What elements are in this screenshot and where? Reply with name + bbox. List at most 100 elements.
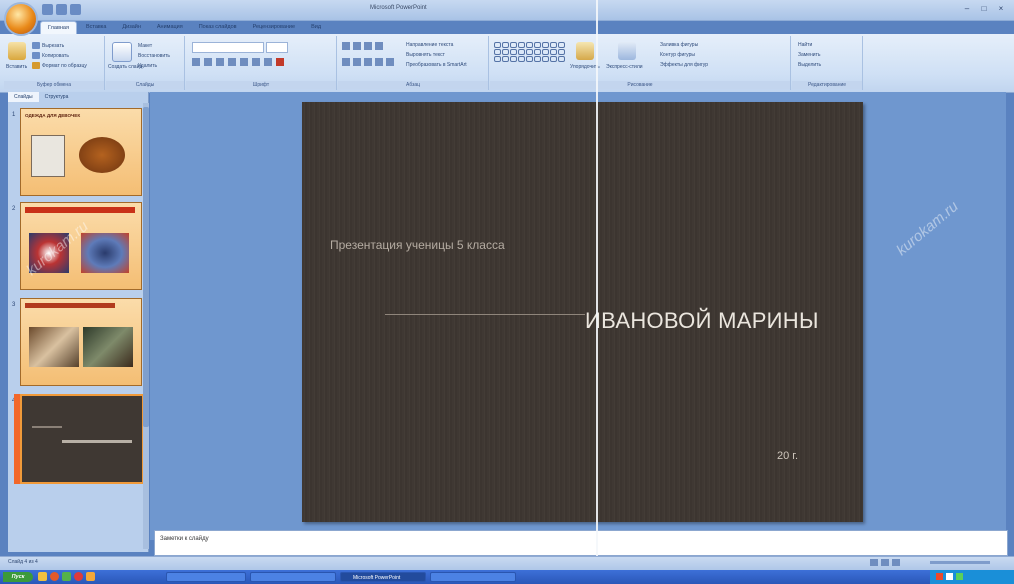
slide-thumbnail-4-selected[interactable]: [20, 394, 144, 484]
tab-home[interactable]: Главная: [40, 21, 77, 34]
select-button[interactable]: Выделить: [798, 62, 821, 68]
find-button[interactable]: Найти: [798, 42, 812, 48]
paragraph-group: Направление текста Выровнять текст Преоб…: [338, 36, 489, 90]
case-icon[interactable]: [264, 58, 272, 66]
smartart-button[interactable]: Преобразовать в SmartArt: [406, 62, 467, 68]
slide-thumbnail-2[interactable]: [20, 202, 142, 290]
delete-slide-button[interactable]: Удалить: [138, 63, 157, 69]
paste-icon[interactable]: [8, 42, 26, 60]
undo-icon[interactable]: [56, 4, 67, 15]
start-button[interactable]: Пуск: [3, 572, 33, 582]
align-center-icon[interactable]: [353, 58, 361, 66]
shape-outline-button[interactable]: Контур фигуры: [660, 52, 695, 58]
app-icon[interactable]: [62, 572, 71, 581]
taskbar-item[interactable]: [250, 572, 336, 582]
office-button[interactable]: [6, 4, 36, 34]
tab-review[interactable]: Рецензирование: [246, 21, 302, 34]
shape-effects-button[interactable]: Эффекты для фигур: [660, 62, 708, 68]
taskbar-item[interactable]: [166, 572, 246, 582]
thumbnail-title: [62, 440, 132, 443]
justify-icon[interactable]: [375, 58, 383, 66]
notes-pane[interactable]: [154, 530, 1008, 556]
arrange-icon[interactable]: [576, 42, 594, 60]
tray-icon[interactable]: [946, 573, 953, 580]
maximize-button[interactable]: □: [977, 3, 991, 15]
shapes-gallery[interactable]: [494, 42, 565, 62]
taskbar-item[interactable]: [430, 572, 516, 582]
tab-slides[interactable]: Слайды: [8, 92, 39, 102]
quick-launch: [38, 572, 158, 582]
tab-view[interactable]: Вид: [304, 21, 328, 34]
tab-animation[interactable]: Анимация: [150, 21, 190, 34]
copy-icon[interactable]: [32, 52, 40, 59]
save-icon[interactable]: [42, 4, 53, 15]
slide-thumbnail-3[interactable]: [20, 298, 142, 386]
layout-button[interactable]: Макет: [138, 43, 152, 49]
folder-icon[interactable]: [38, 572, 47, 581]
paste-button[interactable]: Вставить: [6, 64, 27, 70]
slides-group: Создать слайд Макет Восстановить Удалить…: [106, 36, 185, 90]
quick-styles-button[interactable]: Экспресс-стили: [606, 64, 643, 70]
redo-icon[interactable]: [70, 4, 81, 15]
align-text-button[interactable]: Выровнять текст: [406, 52, 445, 58]
slide-counter: Слайд 4 из 4: [8, 559, 38, 565]
title-bar: [0, 0, 1014, 21]
strikethrough-icon[interactable]: [228, 58, 236, 66]
slide-divider-line: [385, 314, 585, 315]
reset-button[interactable]: Восстановить: [138, 53, 170, 59]
shadow-icon[interactable]: [240, 58, 248, 66]
tray-icon[interactable]: [936, 573, 943, 580]
slideshow-view-icon[interactable]: [892, 559, 900, 566]
shape-fill-button[interactable]: Заливка фигуры: [660, 42, 698, 48]
quick-access-toolbar: [42, 4, 81, 16]
drawing-group: Упорядочить Экспресс-стили Заливка фигур…: [490, 36, 791, 90]
new-slide-icon[interactable]: [112, 42, 132, 62]
italic-icon[interactable]: [204, 58, 212, 66]
zoom-slider[interactable]: [930, 561, 990, 564]
minimize-button[interactable]: –: [960, 3, 974, 15]
underline-icon[interactable]: [216, 58, 224, 66]
tab-insert[interactable]: Вставка: [79, 21, 113, 34]
app-icon[interactable]: [74, 572, 83, 581]
tab-outline[interactable]: Структура: [39, 92, 75, 102]
taskbar-item-powerpoint[interactable]: Microsoft PowerPoint: [340, 572, 426, 582]
columns-icon[interactable]: [386, 58, 394, 66]
slide-year[interactable]: 20 г.: [777, 450, 798, 462]
app-icon[interactable]: [86, 572, 95, 581]
copy-button[interactable]: Копировать: [42, 53, 69, 59]
quick-styles-icon[interactable]: [618, 42, 636, 60]
browser-icon[interactable]: [50, 572, 59, 581]
align-left-icon[interactable]: [342, 58, 350, 66]
font-name-select[interactable]: [192, 42, 264, 53]
bullets-icon[interactable]: [342, 42, 350, 50]
slide-thumbnail-1[interactable]: ОДЕЖДА ДЛЯ ДЕВОЧЕК: [20, 108, 142, 196]
format-painter-icon[interactable]: [32, 62, 40, 69]
font-color-icon[interactable]: [276, 58, 284, 66]
numbering-icon[interactable]: [353, 42, 361, 50]
format-painter-button[interactable]: Формат по образцу: [42, 63, 87, 69]
tray-icon[interactable]: [956, 573, 963, 580]
normal-view-icon[interactable]: [870, 559, 878, 566]
tab-design[interactable]: Дизайн: [115, 21, 148, 34]
slide-subtitle[interactable]: Презентация ученицы 5 класса: [330, 238, 505, 252]
cut-button[interactable]: Вырезать: [42, 43, 64, 49]
align-right-icon[interactable]: [364, 58, 372, 66]
thumbnail-image: [29, 327, 79, 367]
sorter-view-icon[interactable]: [881, 559, 889, 566]
close-button[interactable]: ×: [994, 3, 1008, 15]
thumbnail-number: 1: [12, 112, 16, 118]
thumbnail-number: 4: [12, 398, 16, 404]
indent-icon[interactable]: [364, 42, 372, 50]
replace-button[interactable]: Заменить: [798, 52, 820, 58]
slide-pane-scrollbar[interactable]: [143, 103, 149, 549]
bold-icon[interactable]: [192, 58, 200, 66]
thumbnail-title: ОДЕЖДА ДЛЯ ДЕВОЧЕК: [25, 113, 81, 118]
text-direction-button[interactable]: Направление текста: [406, 42, 453, 48]
cut-icon[interactable]: [32, 42, 40, 49]
scrollbar-thumb[interactable]: [143, 107, 149, 427]
outdent-icon[interactable]: [375, 42, 383, 50]
tab-slideshow[interactable]: Показ слайдов: [192, 21, 244, 34]
spacing-icon[interactable]: [252, 58, 260, 66]
font-size-select[interactable]: [266, 42, 288, 53]
slide-title[interactable]: ИВАНОВОЙ МАРИНЫ: [585, 308, 819, 334]
